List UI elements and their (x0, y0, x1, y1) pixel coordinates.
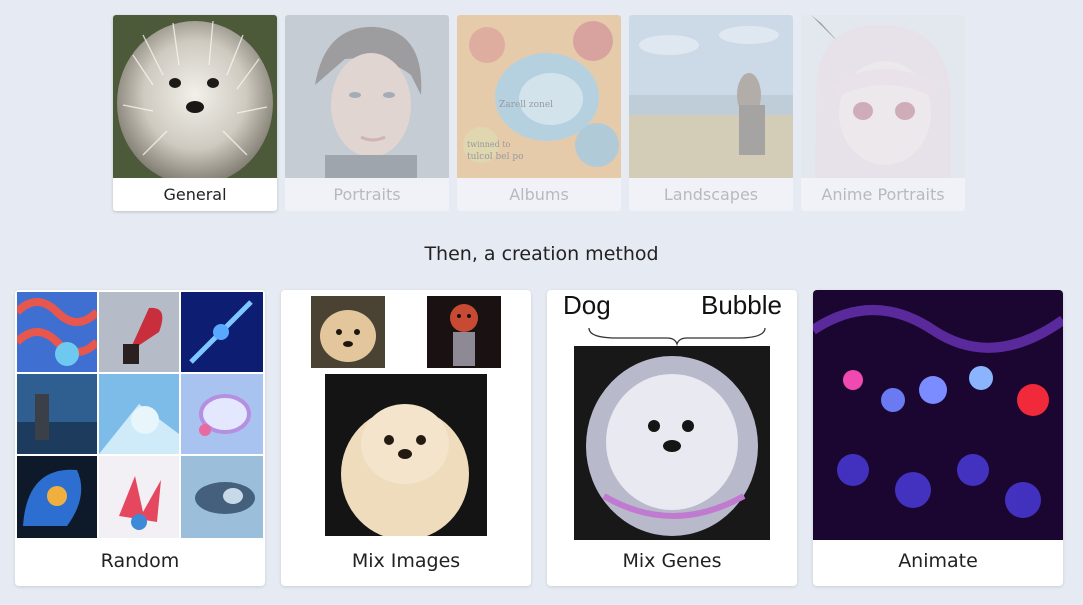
mix-result-image (325, 374, 487, 536)
random-grid-image (17, 456, 97, 538)
category-card-albums[interactable]: Zarell zonel twinned to tulcol bel po Al… (457, 15, 621, 211)
category-card-general[interactable]: General (113, 15, 277, 211)
category-label: Portraits (333, 185, 401, 204)
random-grid-image (181, 292, 263, 372)
category-label: Landscapes (663, 185, 759, 204)
mix-source-image-b (427, 296, 501, 368)
gene-a-label: Dog (563, 290, 611, 320)
random-grid-image (99, 374, 179, 454)
album-text-line: twinned to (467, 140, 511, 149)
method-label: Animate (898, 550, 978, 572)
anime-portraits-thumbnail (801, 15, 965, 178)
category-card-portraits[interactable]: Portraits (285, 15, 449, 211)
method-card-animate[interactable]: Animate (813, 290, 1063, 586)
method-card-mix-images[interactable]: Mix Images (281, 290, 531, 586)
random-grid-image (181, 456, 263, 538)
creation-method-heading: Then, a creation method (424, 243, 659, 265)
gene-b-label: Bubble (701, 290, 782, 320)
category-card-landscapes[interactable]: Landscapes (629, 15, 793, 211)
landscapes-thumbnail (629, 15, 793, 178)
method-card-random[interactable]: Random (15, 290, 265, 586)
mix-source-image-a (311, 296, 385, 368)
albums-thumbnail: Zarell zonel twinned to tulcol bel po (457, 15, 621, 178)
mix-genes-result-image (574, 346, 770, 540)
album-text-line: tulcol bel po (467, 152, 524, 162)
general-thumbnail (113, 15, 277, 178)
method-label: Mix Images (351, 550, 461, 572)
animate-preview-image (813, 290, 1063, 540)
random-grid-image (17, 374, 97, 454)
random-grid-image (181, 374, 263, 454)
method-label: Random (100, 550, 180, 572)
method-label: Mix Genes (622, 550, 722, 572)
method-card-mix-genes[interactable]: Dog Bubble Mix Genes (547, 290, 797, 586)
gene-brace (588, 327, 766, 346)
category-label: Anime Portraits (821, 185, 945, 204)
category-label: Albums (509, 185, 569, 204)
category-card-anime-portraits[interactable]: Anime Portraits (801, 15, 965, 211)
random-grid-image (99, 292, 179, 372)
portraits-thumbnail (285, 15, 449, 178)
random-grid-image (17, 292, 97, 372)
album-text-line: Zarell zonel (499, 100, 553, 110)
category-label: General (163, 185, 227, 204)
category-selector: General Portraits Zarell zonel twinned t… (113, 15, 965, 211)
random-grid-image (99, 456, 179, 538)
